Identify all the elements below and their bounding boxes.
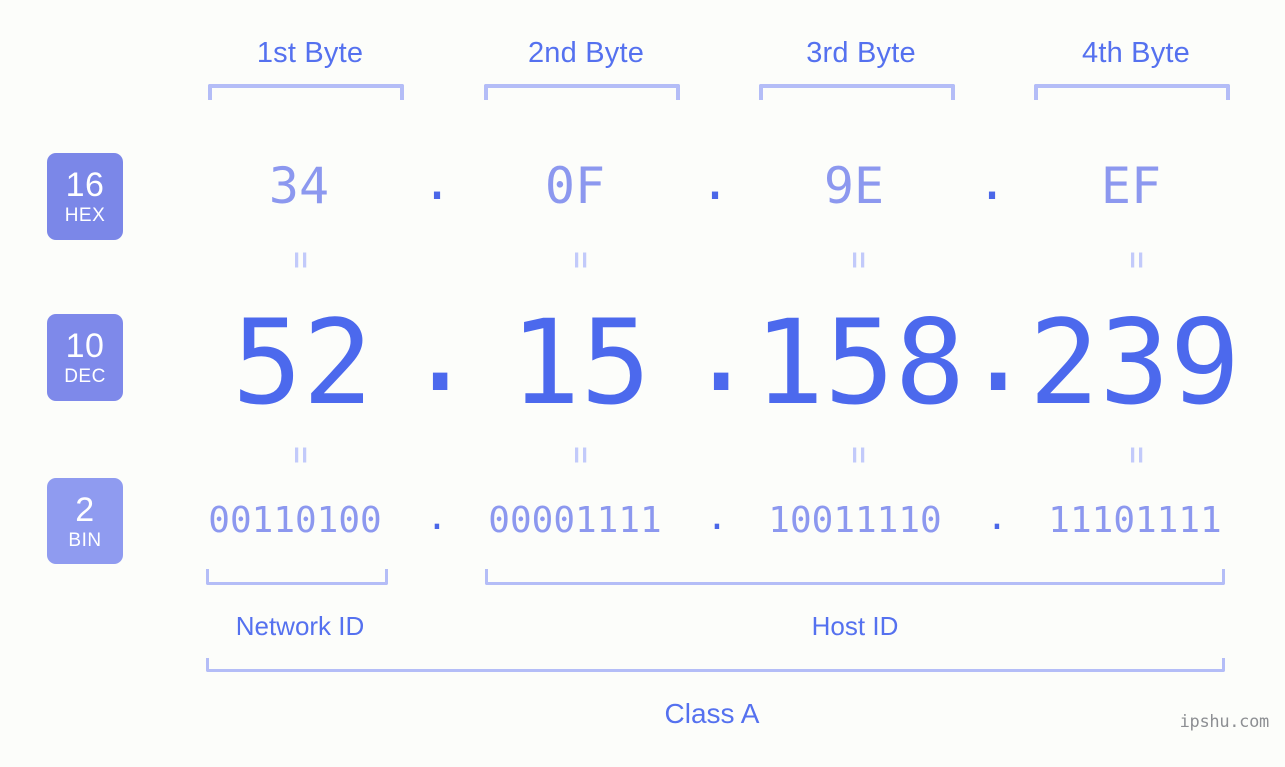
byte-header-1: 1st Byte bbox=[256, 37, 364, 69]
hex-octet-2: 0F bbox=[544, 157, 606, 215]
class-label: Class A bbox=[664, 698, 760, 729]
equivalence-marker-dec-bin-3: = bbox=[842, 446, 875, 464]
bin-octet-2: 00001111 bbox=[488, 500, 662, 541]
base-badge-bin-number: 2 bbox=[75, 490, 95, 529]
equivalence-marker-hex-dec-4: = bbox=[1120, 251, 1153, 269]
dec-octet-3: 158 bbox=[753, 294, 966, 431]
hex-octet-4: EF bbox=[1100, 157, 1162, 215]
equivalence-marker-hex-dec-3: = bbox=[842, 251, 875, 269]
byte-bracket-3 bbox=[759, 84, 955, 100]
dec-separator-1: . bbox=[405, 281, 476, 418]
byte-bracket-4 bbox=[1034, 84, 1230, 100]
bin-octet-1: 00110100 bbox=[208, 500, 382, 541]
hex-separator-2: . bbox=[700, 153, 731, 211]
ip-breakdown-diagram: 1st Byte 2nd Byte 3rd Byte 4th Byte 16 H… bbox=[0, 0, 1285, 767]
bin-separator-3: . bbox=[986, 497, 1008, 538]
byte-bracket-2 bbox=[484, 84, 680, 100]
bin-separator-1: . bbox=[426, 497, 448, 538]
class-bracket bbox=[206, 658, 1225, 672]
site-watermark: ipshu.com bbox=[1179, 712, 1270, 732]
network-id-bracket bbox=[206, 569, 388, 585]
base-badge-bin: 2 BIN bbox=[47, 478, 123, 564]
host-id-label: Host ID bbox=[811, 611, 899, 641]
bin-octet-3: 10011110 bbox=[768, 500, 942, 541]
byte-header-2: 2nd Byte bbox=[527, 37, 645, 69]
dec-octet-1: 52 bbox=[232, 294, 373, 431]
base-badge-hex: 16 HEX bbox=[47, 153, 123, 240]
dec-octet-4: 239 bbox=[1028, 294, 1241, 431]
dec-separator-2: . bbox=[686, 281, 757, 418]
equivalence-marker-dec-bin-2: = bbox=[564, 446, 597, 464]
equivalence-marker-hex-dec-1: = bbox=[284, 251, 317, 269]
equivalence-marker-hex-dec-2: = bbox=[564, 251, 597, 269]
base-badge-hex-abbr: HEX bbox=[64, 205, 106, 226]
bin-separator-2: . bbox=[706, 497, 728, 538]
dec-separator-3: . bbox=[963, 281, 1034, 418]
hex-octet-3: 9E bbox=[823, 157, 885, 215]
base-badge-hex-number: 16 bbox=[65, 166, 105, 204]
equivalence-marker-dec-bin-4: = bbox=[1120, 446, 1153, 464]
hex-octet-1: 34 bbox=[268, 157, 330, 215]
byte-header-4: 4th Byte bbox=[1082, 37, 1190, 69]
byte-header-3: 3rd Byte bbox=[806, 37, 916, 69]
hex-separator-3: . bbox=[977, 153, 1008, 211]
bin-octet-4: 11101111 bbox=[1048, 500, 1222, 541]
base-badge-bin-abbr: BIN bbox=[68, 529, 102, 551]
host-id-bracket bbox=[485, 569, 1225, 585]
dec-octet-2: 15 bbox=[510, 294, 651, 431]
hex-separator-1: . bbox=[422, 153, 453, 211]
equivalence-marker-dec-bin-1: = bbox=[284, 446, 317, 464]
byte-bracket-1 bbox=[208, 84, 404, 100]
decimal-row: 52 . 15 . 158 . 239 bbox=[0, 281, 1285, 431]
network-id-label: Network ID bbox=[235, 611, 365, 641]
